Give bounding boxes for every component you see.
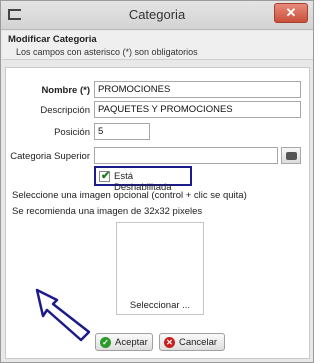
descripcion-field[interactable] bbox=[94, 101, 301, 118]
close-button[interactable]: ✕ bbox=[274, 3, 308, 23]
check-circle-icon: ✓ bbox=[100, 337, 111, 348]
categoria-superior-field[interactable] bbox=[94, 147, 278, 164]
deshabilitada-checkbox[interactable]: ✔ bbox=[99, 170, 111, 182]
lookup-button[interactable] bbox=[281, 147, 301, 164]
x-circle-icon: ✕ bbox=[164, 337, 175, 348]
descripcion-label: Descripción bbox=[40, 105, 90, 116]
title-bar[interactable]: Categoria ✕ bbox=[1, 1, 313, 30]
cancel-button[interactable]: ✕ Cancelar bbox=[159, 333, 225, 351]
deshabilitada-highlight: ✔ Está Deshabilitada bbox=[94, 166, 192, 193]
image-select-button[interactable]: Seleccionar ... bbox=[116, 222, 204, 315]
binoculars-icon bbox=[286, 152, 297, 160]
form-header: Modificar Categoria Los campos con aster… bbox=[2, 31, 313, 60]
nombre-field[interactable] bbox=[94, 81, 301, 98]
accept-button[interactable]: ✓ Aceptar bbox=[95, 333, 153, 351]
image-select-label: Seleccionar ... bbox=[129, 300, 191, 311]
window-title: Categoria bbox=[128, 7, 186, 22]
checkmark-icon: ✔ bbox=[101, 170, 111, 182]
nombre-label: Nombre (*) bbox=[41, 85, 90, 96]
accept-label: Aceptar bbox=[115, 337, 148, 348]
posicion-field[interactable] bbox=[94, 123, 150, 140]
header-subtitle: Los campos con asterisco (*) son obligat… bbox=[16, 47, 198, 57]
dialog-window: Categoria ✕ Modificar Categoria Los camp… bbox=[0, 0, 314, 363]
image-hint-2: Se recomienda una imagen de 32x32 pixele… bbox=[12, 206, 203, 217]
header-title: Modificar Categoria bbox=[8, 34, 97, 45]
arrow-pointer-icon bbox=[35, 288, 91, 342]
image-hint-1: Seleccione una imagen opcional (control … bbox=[12, 190, 247, 201]
categoria-superior-label: Categoria Superior bbox=[10, 151, 90, 162]
posicion-label: Posición bbox=[54, 127, 90, 138]
cancel-label: Cancelar bbox=[179, 337, 218, 348]
